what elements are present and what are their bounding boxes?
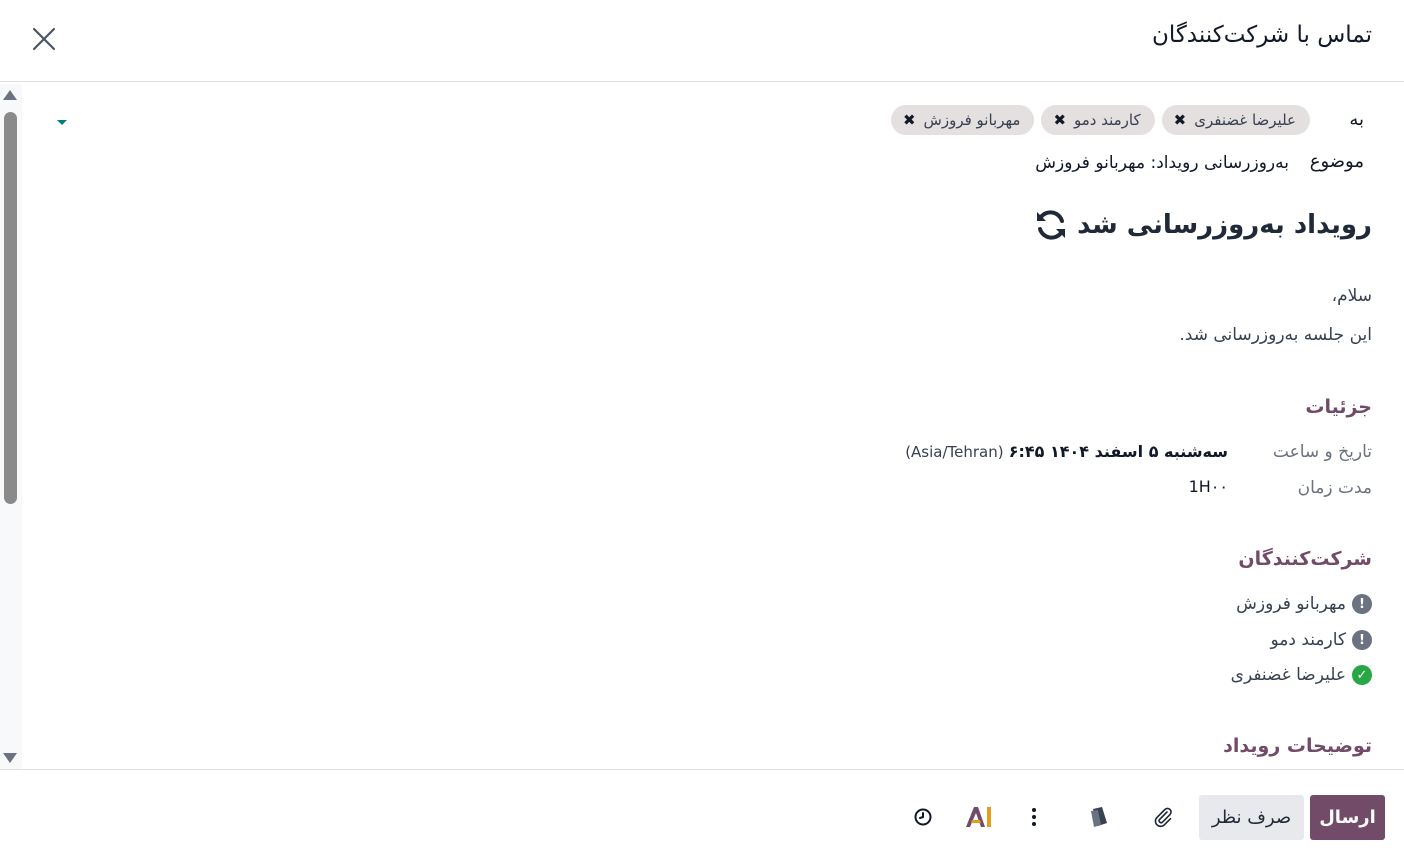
- scroll-down-arrow-icon[interactable]: [3, 753, 17, 763]
- recipients-dropdown-caret-icon[interactable]: [57, 120, 67, 125]
- event-description-heading: توضیحات رویداد: [1223, 735, 1372, 757]
- details-heading: جزئیات: [1305, 396, 1372, 418]
- recipients-row: به علیرضا غضنفری ✖ کارمند دمو ✖ مهربانو …: [22, 105, 1404, 137]
- subject-row: موضوع به‌روزرسانی رویداد: مهربانو فروزش: [22, 151, 1404, 181]
- vertical-scrollbar[interactable]: [0, 84, 22, 769]
- recipient-tag[interactable]: کارمند دمو ✖: [1041, 105, 1155, 135]
- greeting-text: سلام،: [1331, 286, 1372, 306]
- exclamation-icon: !: [1352, 630, 1372, 650]
- subject-input[interactable]: به‌روزرسانی رویداد: مهربانو فروزش: [1035, 153, 1289, 173]
- schedule-clock-icon[interactable]: [910, 804, 936, 830]
- send-button[interactable]: ارسال: [1310, 795, 1385, 840]
- mail-heading-text: رویداد به‌روزرسانی شد: [1077, 210, 1372, 240]
- duration-value: 1H۰۰: [1188, 477, 1228, 496]
- remove-tag-icon[interactable]: ✖: [903, 111, 916, 129]
- attendee-name: مهربانو فروزش: [1236, 594, 1346, 614]
- attendee-name: کارمند دمو: [1270, 630, 1346, 650]
- recipient-tag-label: مهربانو فروزش: [923, 111, 1021, 129]
- remove-tag-icon[interactable]: ✖: [1053, 111, 1066, 129]
- message-text: این جلسه به‌روزرسانی شد.: [1179, 325, 1372, 345]
- attachment-icon[interactable]: [1150, 804, 1176, 830]
- dialog-header: تماس با شرکت‌کنندگان: [0, 0, 1404, 82]
- exclamation-icon: !: [1352, 594, 1372, 614]
- datetime-value: سه‌شنبه ۵ اسفند ۱۴۰۴ ۶:۴۵ (Asia/Tehran): [905, 442, 1228, 461]
- discard-button[interactable]: صرف نظر: [1199, 795, 1304, 840]
- recipient-tag-label: کارمند دمو: [1074, 111, 1141, 129]
- check-icon: ✓: [1352, 665, 1372, 685]
- datetime-text: سه‌شنبه ۵ اسفند ۱۴۰۴ ۶:۴۵: [1008, 442, 1228, 461]
- close-icon[interactable]: [30, 25, 58, 53]
- recipients-label: به: [1349, 109, 1364, 130]
- recipient-tag-label: علیرضا غضنفری: [1194, 111, 1296, 129]
- dialog-body: به علیرضا غضنفری ✖ کارمند دمو ✖ مهربانو …: [22, 83, 1404, 769]
- mail-body-editor[interactable]: رویداد به‌روزرسانی شد سلام، این جلسه به‌…: [272, 203, 1372, 757]
- attendee-item: ! کارمند دمو: [1270, 630, 1372, 650]
- attendee-item: ✓ علیرضا غضنفری: [1231, 665, 1372, 685]
- attendee-item: ! مهربانو فروزش: [1236, 594, 1372, 614]
- subject-label: موضوع: [1309, 151, 1364, 172]
- attendee-name: علیرضا غضنفری: [1230, 665, 1346, 685]
- dialog-footer: ارسال صرف نظر: [0, 769, 1404, 857]
- recipient-tag[interactable]: علیرضا غضنفری ✖: [1161, 105, 1310, 135]
- recipient-tags: علیرضا غضنفری ✖ کارمند دمو ✖ مهربانو فرو…: [890, 105, 1310, 135]
- datetime-label: تاریخ و ساعت: [1272, 442, 1372, 462]
- sync-icon: [1037, 210, 1066, 240]
- more-options-icon[interactable]: [1021, 804, 1047, 830]
- template-icon[interactable]: [1087, 804, 1113, 830]
- ai-icon[interactable]: [963, 804, 995, 830]
- dialog-title: تماس با شرکت‌کنندگان: [1151, 22, 1372, 48]
- timezone-text: (Asia/Tehran): [905, 443, 1004, 461]
- attendees-heading: شرکت‌کنندگان: [1238, 548, 1372, 570]
- remove-tag-icon[interactable]: ✖: [1174, 111, 1187, 129]
- scroll-thumb[interactable]: [4, 112, 17, 504]
- duration-label: مدت زمان: [1297, 478, 1372, 498]
- scroll-up-arrow-icon[interactable]: [3, 90, 17, 100]
- recipient-tag[interactable]: مهربانو فروزش ✖: [890, 105, 1035, 135]
- mail-heading: رویداد به‌روزرسانی شد: [272, 203, 1372, 247]
